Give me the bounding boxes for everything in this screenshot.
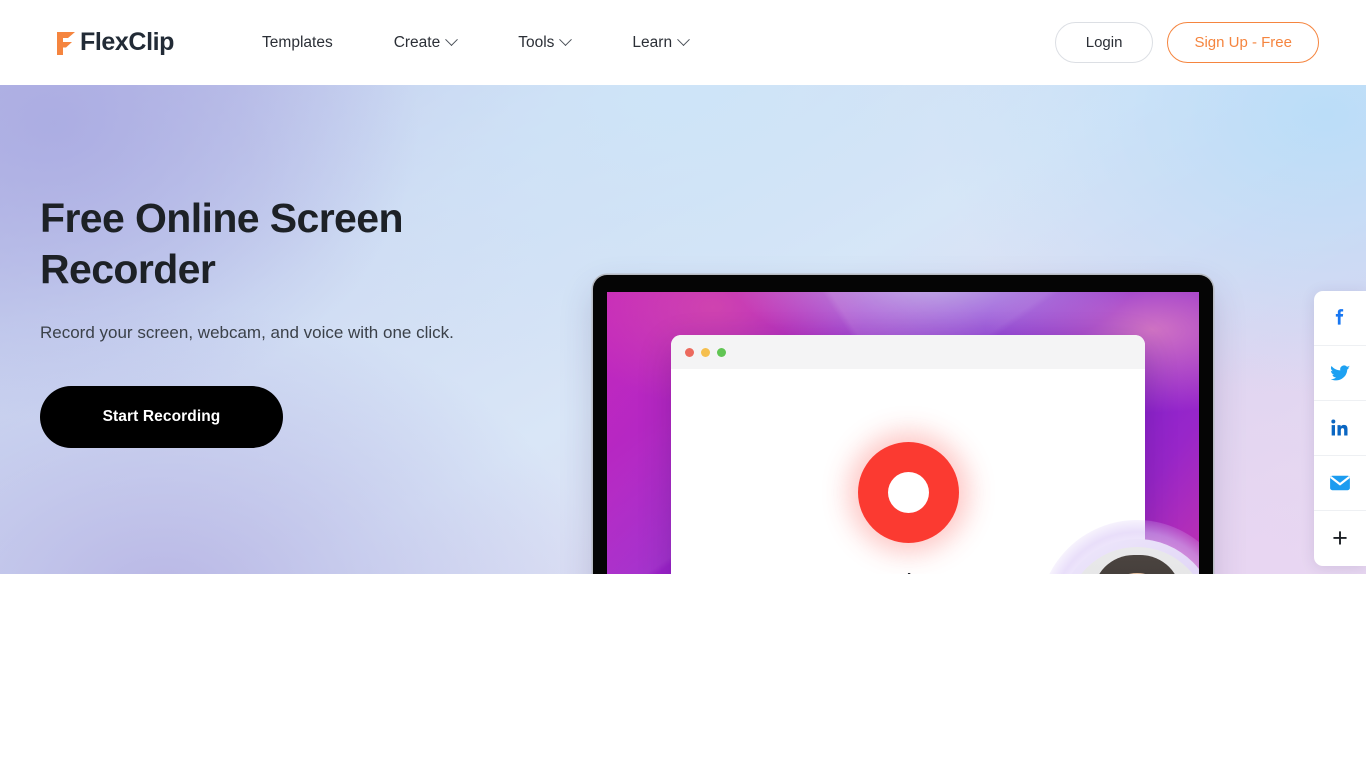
laptop-screen: 00:46 / 30:00 <box>607 292 1199 574</box>
email-icon <box>1329 475 1351 491</box>
main-nav: Templates Create Tools Learn <box>262 28 719 58</box>
plus-icon: + <box>1332 523 1348 553</box>
share-facebook-button[interactable] <box>1314 291 1366 346</box>
start-recording-button[interactable]: Start Recording <box>40 386 283 448</box>
hero-section: Free Online Screen Recorder Record your … <box>0 85 1366 574</box>
facebook-icon <box>1335 309 1344 325</box>
laptop-mockup: 00:46 / 30:00 <box>515 190 1287 574</box>
brand-name: FlexClip <box>80 28 175 56</box>
close-icon[interactable] <box>685 347 694 357</box>
twitter-icon <box>1330 364 1350 380</box>
chevron-down-icon <box>677 33 690 47</box>
record-button-icon[interactable] <box>857 441 959 543</box>
brand-logo[interactable]: FlexClip <box>55 30 174 56</box>
share-more-button[interactable]: + <box>1314 511 1366 566</box>
nav-item-tools[interactable]: Tools <box>487 28 601 58</box>
flexclip-f-logo-icon <box>57 31 75 55</box>
nav-item-label: Learn <box>632 33 673 51</box>
share-linkedin-button[interactable] <box>1314 401 1366 456</box>
maximize-icon[interactable] <box>717 347 726 357</box>
hero-copy: Free Online Screen Recorder Record your … <box>40 193 510 448</box>
login-button[interactable]: Login <box>1054 22 1154 63</box>
share-email-button[interactable] <box>1314 456 1366 511</box>
laptop-lid: 00:46 / 30:00 <box>593 275 1213 574</box>
share-twitter-button[interactable] <box>1314 346 1366 401</box>
nav-item-learn[interactable]: Learn <box>601 28 719 58</box>
page-title: Free Online Screen Recorder <box>40 195 404 292</box>
webcam-bubble <box>1039 520 1199 574</box>
signup-button[interactable]: Sign Up - Free <box>1167 22 1319 63</box>
record-inner-dot <box>887 471 929 513</box>
nav-item-label: Create <box>393 33 441 51</box>
nav-item-label: Tools <box>518 33 555 51</box>
nav-item-label: Templates <box>262 33 333 51</box>
window-titlebar <box>671 335 1145 369</box>
site-header: FlexClip Templates Create Tools Learn Lo… <box>0 0 1366 85</box>
recording-timer: 00:46 / 30:00 <box>846 571 970 575</box>
chevron-down-icon <box>559 33 573 47</box>
header-actions: Login Sign Up - Free <box>1054 22 1319 63</box>
chevron-down-icon <box>445 33 459 47</box>
minimize-icon[interactable] <box>701 347 710 357</box>
social-share-rail: + <box>1314 291 1366 566</box>
linkedin-icon <box>1331 419 1348 436</box>
nav-item-create[interactable]: Create <box>363 28 488 58</box>
hero-subtitle: Record your screen, webcam, and voice wi… <box>40 323 454 342</box>
nav-item-templates[interactable]: Templates <box>262 28 363 58</box>
